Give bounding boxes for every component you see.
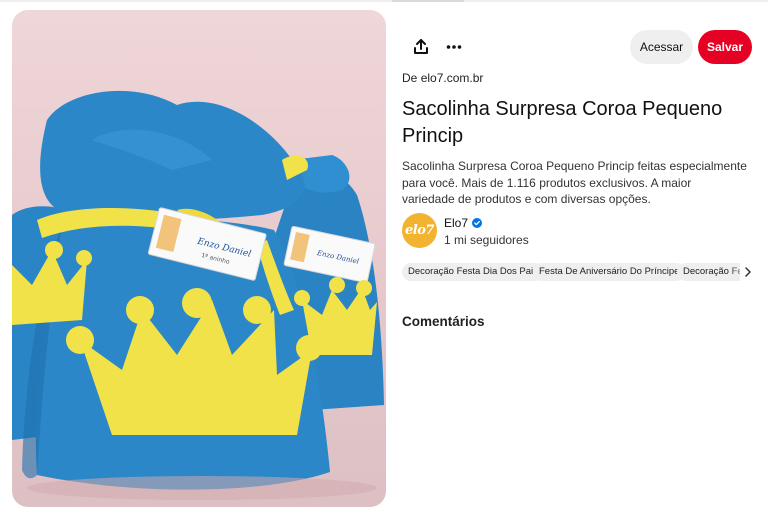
creator-avatar[interactable]: elo7: [402, 213, 437, 248]
pin-description: Sacolinha Surpresa Coroa Pequeno Princip…: [402, 159, 747, 206]
source-link[interactable]: De elo7.com.br: [402, 71, 483, 85]
share-button[interactable]: [404, 30, 438, 64]
pin-title: Sacolinha Surpresa Coroa Pequeno Princip: [402, 98, 723, 147]
creator-name: Elo7: [444, 216, 469, 230]
verified-badge-icon: [472, 218, 483, 228]
top-divider: [0, 0, 768, 2]
top-divider-segment: [392, 0, 464, 2]
visit-button[interactable]: Acessar: [630, 30, 693, 64]
related-tags: Decoração Festa Dia Dos Pais Festa De An…: [402, 263, 758, 283]
avatar-text: elo7: [405, 223, 434, 238]
creator-name-link[interactable]: Elo7: [444, 216, 483, 230]
source-prefix: De: [402, 71, 418, 85]
creator-info: elo7 Elo7 1 mi seguidores: [402, 213, 702, 249]
tag-chip[interactable]: Decoração Festa Dia Dos Pais: [402, 263, 544, 281]
chevron-right-icon: [745, 267, 751, 277]
tag-chip[interactable]: Festa De Aniversário Do Príncipe: [533, 263, 686, 281]
pin-image[interactable]: Enzo Daniel 1º aninho Enzo Daniel: [12, 10, 386, 507]
pin-image-illustration: Enzo Daniel 1º aninho Enzo Daniel: [12, 90, 384, 500]
follower-count: 1 mi seguidores: [444, 233, 529, 247]
tags-scroll-right-button[interactable]: [740, 263, 756, 281]
comments-heading: Comentários: [402, 314, 485, 329]
share-icon: [414, 39, 428, 54]
more-options-button[interactable]: [437, 30, 471, 64]
floor-shadow: [27, 476, 377, 500]
save-button[interactable]: Salvar: [698, 30, 752, 64]
source-domain: elo7.com.br: [420, 71, 484, 85]
more-icon: [446, 45, 462, 49]
pin-toolbar: Acessar Salvar: [404, 30, 754, 64]
